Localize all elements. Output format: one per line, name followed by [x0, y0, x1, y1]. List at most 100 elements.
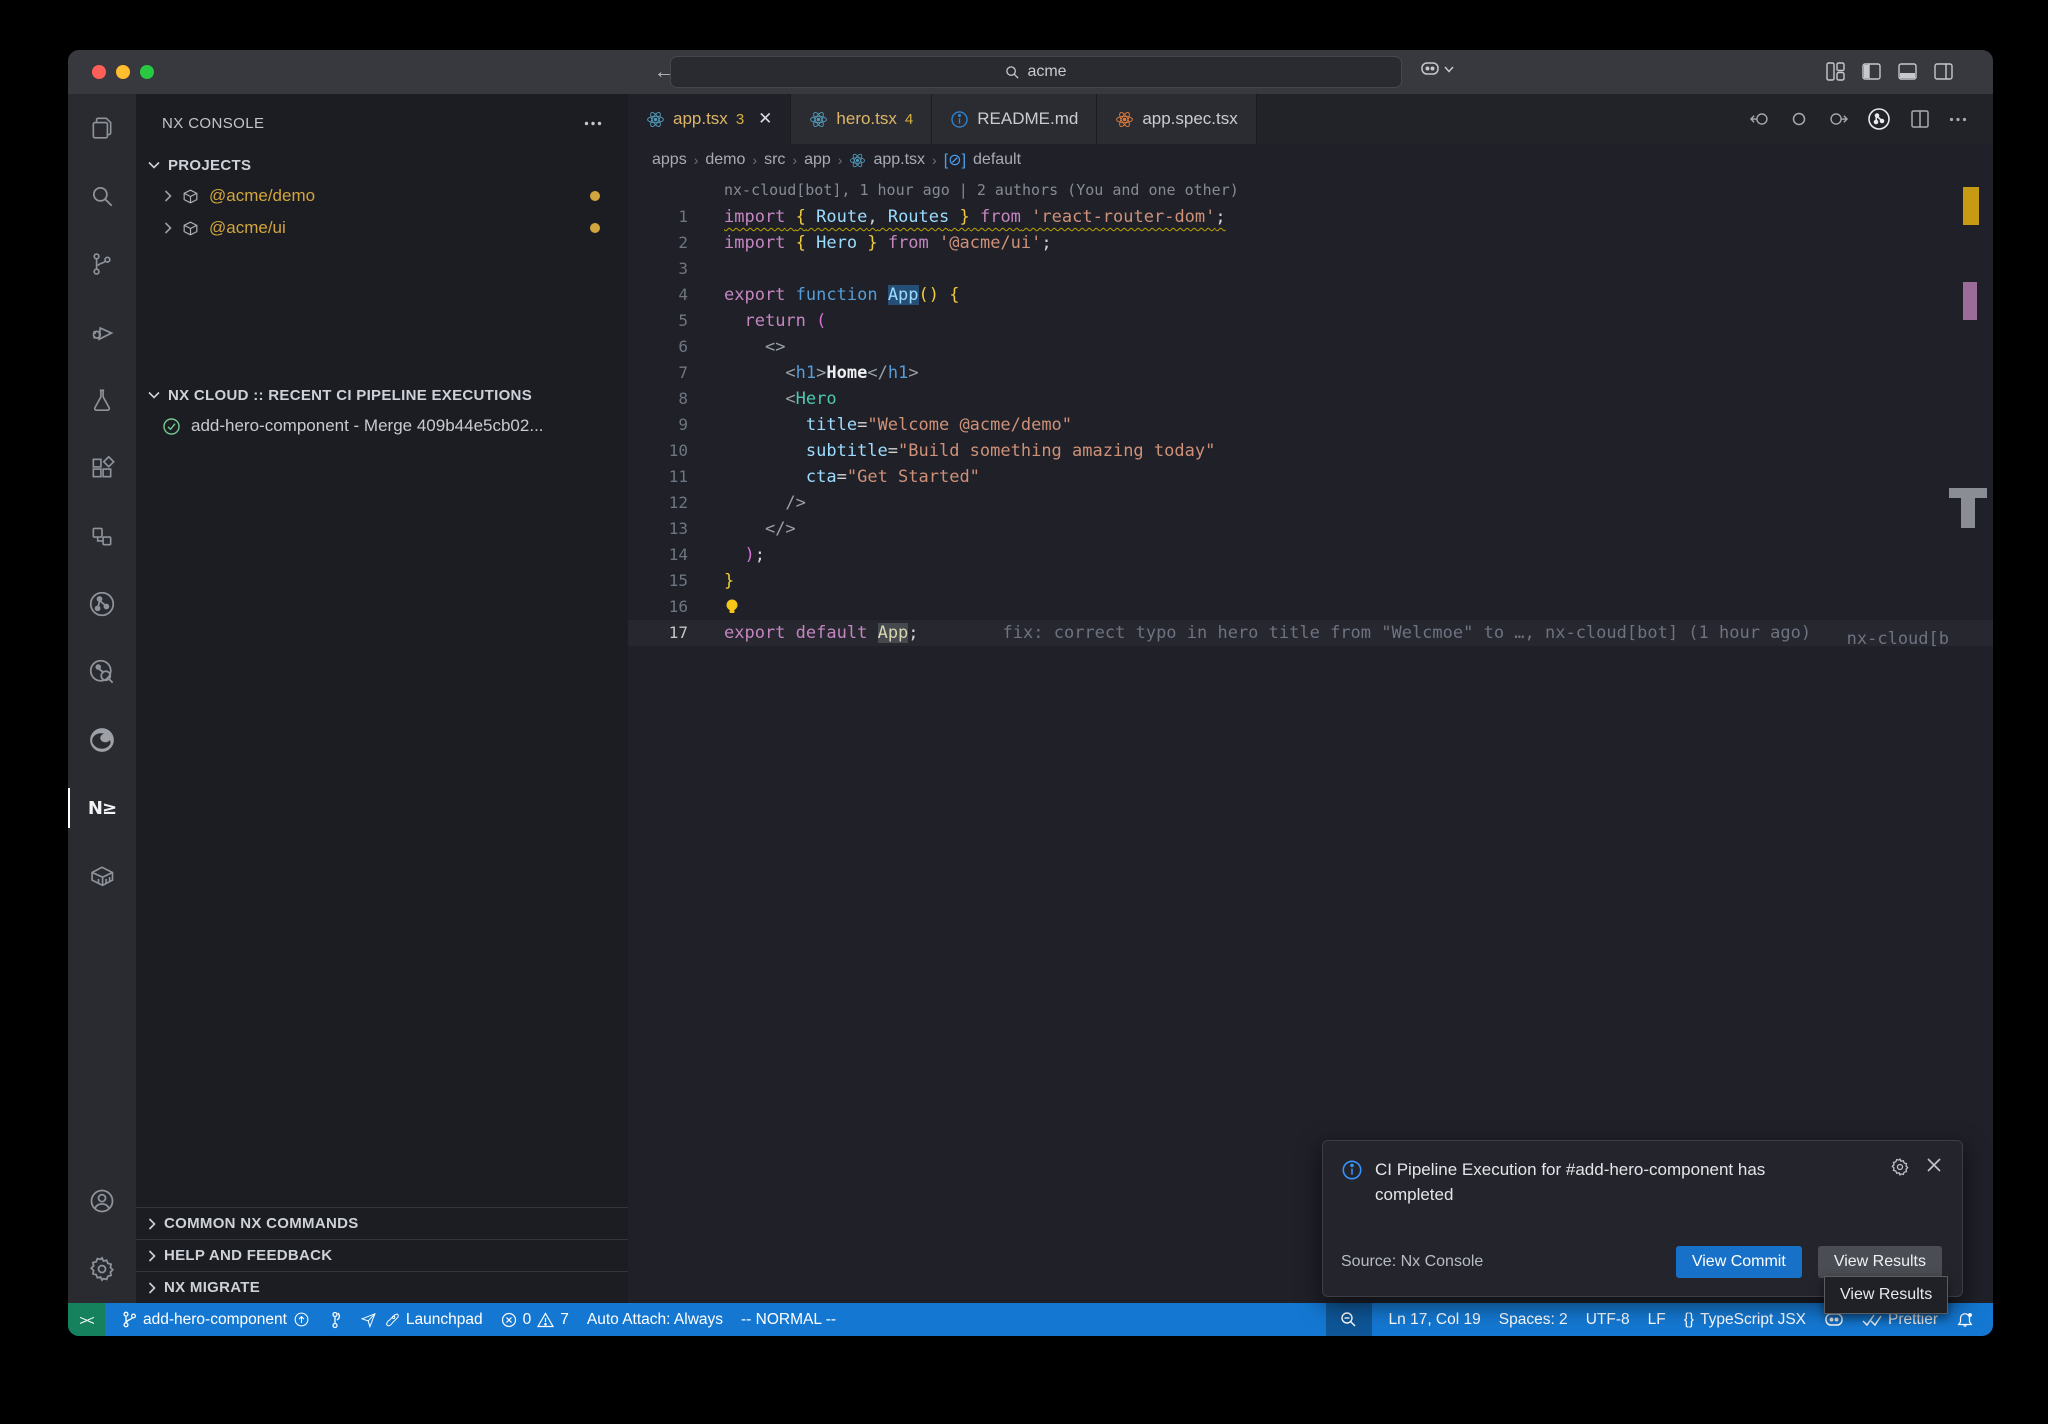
breadcrumb-item[interactable]: apps [652, 151, 687, 169]
settings-gear-icon[interactable] [68, 1235, 136, 1303]
workspaces-icon[interactable] [68, 502, 136, 570]
code-line-17[interactable]: 17export default App;fix: correct typo i… [628, 620, 1993, 646]
project-item-acme-demo[interactable]: @acme/demo [136, 180, 628, 212]
breadcrumb-item[interactable]: default [973, 151, 1021, 169]
zoom-out-indicator[interactable] [1326, 1303, 1372, 1336]
tab-app-tsx[interactable]: app.tsx 3 ✕ [628, 94, 791, 144]
notifications-bell-button[interactable] [1947, 1303, 1983, 1336]
pipeline-search-icon[interactable] [68, 638, 136, 706]
section-nx-cloud[interactable]: NX CLOUD :: RECENT CI PIPELINE EXECUTION… [136, 380, 628, 410]
tab-app-spec-tsx[interactable]: app.spec.tsx [1097, 94, 1256, 144]
account-icon[interactable] [68, 1167, 136, 1235]
warning-icon [537, 1312, 554, 1328]
breadcrumb-item[interactable]: demo [705, 151, 745, 169]
extensions-icon[interactable] [68, 434, 136, 502]
code-line-15[interactable]: 15} [628, 568, 1993, 594]
code-line-13[interactable]: 13 </> [628, 516, 1993, 542]
code-line-11[interactable]: 11 cta="Get Started" [628, 464, 1993, 490]
tab-bar: app.tsx 3 ✕ hero.tsx 4 README.md app.spe… [628, 94, 1993, 144]
activity-bar: N≥ [68, 94, 136, 1303]
toggle-secondary-sidebar-icon[interactable] [1934, 62, 1953, 81]
breadcrumb-item[interactable]: src [764, 151, 785, 169]
lightbulb-icon[interactable] [724, 597, 740, 617]
next-change-icon[interactable] [1826, 111, 1848, 127]
section-nx-migrate[interactable]: NX MIGRATE [136, 1271, 628, 1303]
tab-hero-tsx[interactable]: hero.tsx 4 [791, 94, 932, 144]
breadcrumb-item[interactable]: app.tsx [873, 151, 925, 169]
code-line-5[interactable]: 5 return ( [628, 308, 1993, 334]
source-control-icon[interactable] [68, 230, 136, 298]
code-line-1[interactable]: 1import { Route, Routes } from 'react-ro… [628, 204, 1993, 230]
eol-indicator[interactable]: LF [1639, 1303, 1675, 1336]
breadcrumb-item[interactable]: app [804, 151, 831, 169]
tab-readme-md[interactable]: README.md [932, 94, 1097, 144]
view-results-button[interactable]: View Results [1818, 1246, 1942, 1278]
edge-browser-icon[interactable] [68, 706, 136, 774]
code-line-16[interactable]: 16 [628, 594, 1993, 620]
copilot-menu[interactable] [1420, 61, 1454, 77]
line-number: 9 [628, 412, 688, 438]
current-change-icon[interactable] [1791, 111, 1807, 127]
chevron-right-icon [148, 1250, 156, 1262]
view-commit-button[interactable]: View Commit [1676, 1246, 1802, 1278]
code-editor[interactable]: nx-cloud[bot], 1 hour ago | 2 authors (Y… [628, 176, 1993, 1303]
search-view-icon[interactable] [68, 162, 136, 230]
branch-indicator[interactable]: add-hero-component [113, 1303, 319, 1336]
more-actions-icon[interactable] [1949, 117, 1967, 122]
ci-pipeline-item[interactable]: add-hero-component - Merge 409b44e5cb02.… [136, 410, 628, 442]
code-line-7[interactable]: 7 <h1>Home</h1> [628, 360, 1993, 386]
codelens-authors[interactable]: nx-cloud[bot], 1 hour ago | 2 authors (Y… [628, 176, 1993, 204]
close-window-button[interactable] [92, 65, 106, 79]
code-line-6[interactable]: 6 <> [628, 334, 1993, 360]
toggle-primary-sidebar-icon[interactable] [1862, 62, 1881, 81]
language-mode-indicator[interactable]: {} TypeScript JSX [1675, 1303, 1815, 1336]
run-and-debug-icon[interactable] [68, 298, 136, 366]
section-common-nx-commands[interactable]: COMMON NX COMMANDS [136, 1207, 628, 1239]
testing-icon[interactable] [68, 366, 136, 434]
chevron-right-icon: › [752, 152, 757, 168]
encoding-indicator[interactable]: UTF-8 [1577, 1303, 1639, 1336]
overview-ruler-modified-mark [1963, 282, 1977, 320]
containers-icon[interactable] [68, 842, 136, 910]
auto-attach-indicator[interactable]: Auto Attach: Always [578, 1303, 732, 1336]
code-line-3[interactable]: 3 [628, 256, 1993, 282]
code-line-14[interactable]: 14 ); [628, 542, 1993, 568]
section-help-and-feedback[interactable]: HELP AND FEEDBACK [136, 1239, 628, 1271]
chevron-right-icon [164, 222, 172, 234]
run-pipeline-icon[interactable] [68, 570, 136, 638]
close-tab-icon[interactable]: ✕ [758, 109, 772, 129]
commit-graph-icon [328, 1311, 342, 1329]
project-item-acme-ui[interactable]: @acme/ui [136, 212, 628, 244]
notification-settings-gear-icon[interactable] [1890, 1157, 1910, 1177]
code-text: export function App() { [724, 282, 960, 308]
command-center-search[interactable]: acme [670, 56, 1402, 88]
remote-indicator[interactable]: >< [68, 1303, 105, 1336]
launchpad-button[interactable]: Launchpad [351, 1303, 492, 1336]
more-actions-icon[interactable] [584, 121, 602, 126]
toggle-panel-icon[interactable] [1898, 62, 1917, 81]
run-file-icon[interactable] [1867, 107, 1891, 131]
minimize-window-button[interactable] [116, 65, 130, 79]
code-line-2[interactable]: 2import { Hero } from '@acme/ui'; [628, 230, 1993, 256]
check-circle-icon [162, 417, 181, 436]
code-line-12[interactable]: 12 /> [628, 490, 1993, 516]
code-line-4[interactable]: 4export function App() { [628, 282, 1993, 308]
notification-close-icon[interactable] [1926, 1157, 1942, 1173]
previous-change-icon[interactable] [1750, 111, 1772, 127]
split-editor-icon[interactable] [1910, 109, 1930, 129]
indentation-indicator[interactable]: Spaces: 2 [1490, 1303, 1577, 1336]
vim-mode-indicator[interactable]: -- NORMAL -- [732, 1303, 845, 1336]
project-status-dot [590, 191, 600, 201]
commit-graph-button[interactable] [319, 1303, 351, 1336]
customize-layout-icon[interactable] [1826, 62, 1845, 81]
code-line-8[interactable]: 8 <Hero [628, 386, 1993, 412]
section-projects[interactable]: PROJECTS [136, 150, 628, 180]
problems-indicator[interactable]: 0 7 [492, 1303, 578, 1336]
notification-source: Source: Nx Console [1341, 1253, 1483, 1271]
code-line-10[interactable]: 10 subtitle="Build something amazing tod… [628, 438, 1993, 464]
explorer-icon[interactable] [68, 94, 136, 162]
nx-console-icon[interactable]: N≥ [68, 774, 136, 842]
code-line-9[interactable]: 9 title="Welcome @acme/demo" [628, 412, 1993, 438]
cursor-position-indicator[interactable]: Ln 17, Col 19 [1380, 1303, 1490, 1336]
zoom-window-button[interactable] [140, 65, 154, 79]
